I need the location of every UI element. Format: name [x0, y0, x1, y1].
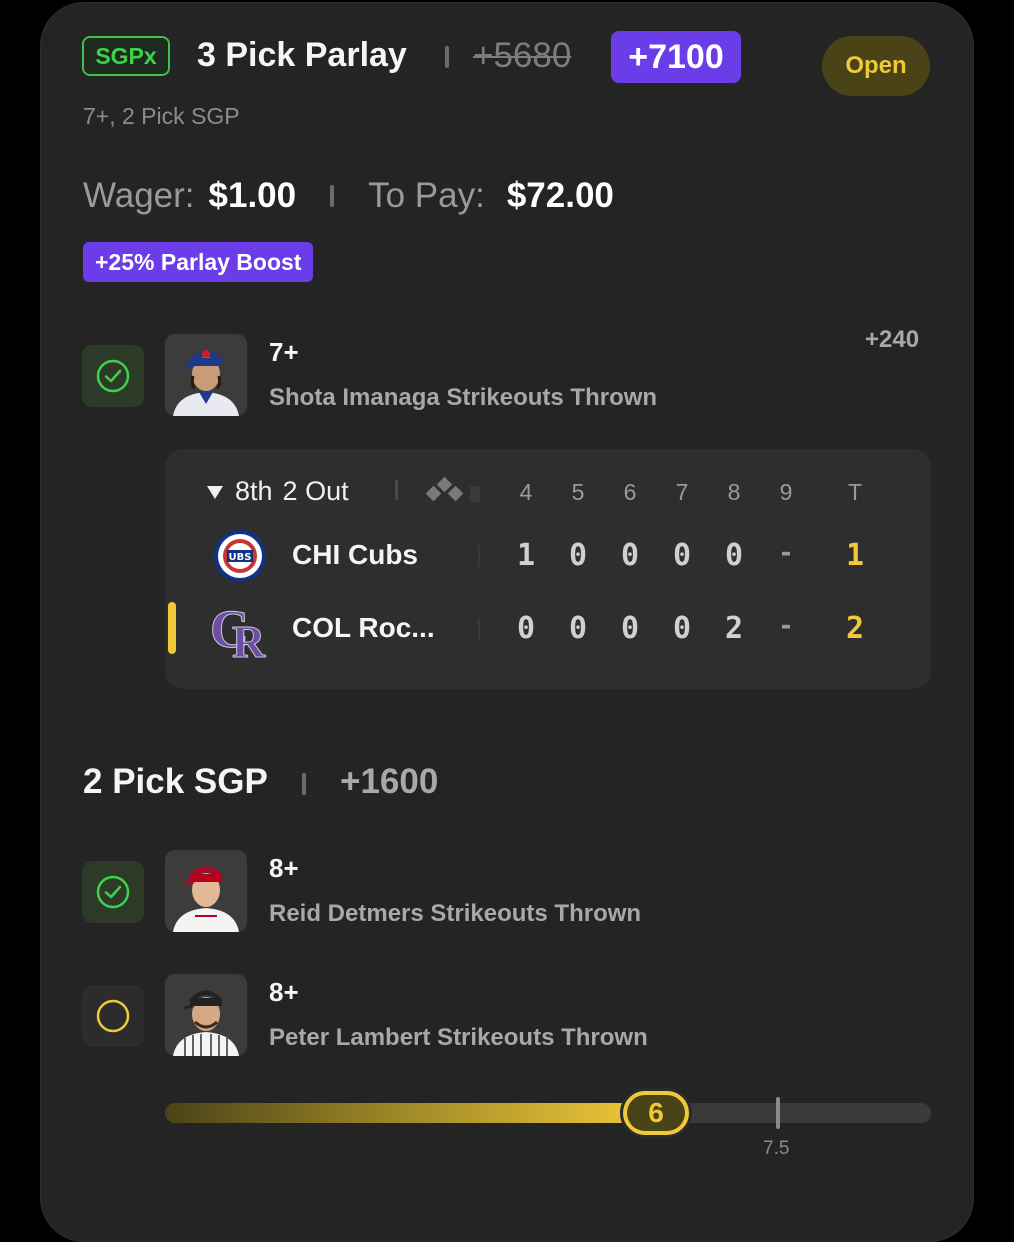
status-badge: Open: [822, 36, 930, 96]
score-cell: 0: [568, 538, 588, 573]
score-cell: -: [778, 538, 794, 568]
check-circle-icon: [96, 875, 130, 909]
sgpx-badge: SGPx: [82, 36, 170, 76]
score-cell: -: [778, 611, 794, 641]
divider: [478, 618, 480, 640]
divider: [478, 545, 480, 567]
score-cell: 0: [516, 611, 536, 646]
svg-text:R: R: [232, 616, 266, 661]
pick-line: 7+: [269, 337, 299, 367]
check-circle-icon: [96, 359, 130, 393]
progress-current: 6: [627, 1095, 685, 1131]
score-cell: 0: [620, 538, 640, 573]
target-marker: [776, 1097, 780, 1129]
inning-header: 6: [623, 479, 637, 505]
divider: [395, 480, 398, 500]
pick-status-won: [82, 345, 144, 407]
score-cell: 0: [568, 611, 588, 646]
divider: [330, 185, 335, 207]
boosted-odds: +7100: [611, 31, 741, 83]
team-name-away: CHI Cubs: [292, 539, 418, 570]
pick-status-won: [82, 861, 144, 923]
pick-odds: +240: [865, 326, 920, 353]
inning-header: 4: [519, 479, 533, 505]
score-cell: 0: [620, 611, 640, 646]
parlay-boost-badge: +25% Parlay Boost: [83, 242, 314, 282]
score-cell: 2: [724, 611, 744, 646]
score-cell: 0: [672, 611, 692, 646]
inning-header: 7: [675, 479, 689, 505]
bet-subtitle: 7+, 2 Pick SGP: [83, 103, 240, 129]
divider: [445, 46, 449, 68]
score-cell: 0: [724, 538, 744, 573]
away-total: 1: [845, 538, 865, 573]
wager-row: Wager: $1.00 To Pay: $72.00: [83, 176, 614, 216]
home-inning-scores: 0 0 0 0 2 -: [511, 611, 801, 646]
player-avatar-imanaga: [165, 334, 247, 416]
inning-header: 9: [779, 479, 793, 505]
sgp-section-title: 2 Pick SGP: [83, 762, 268, 801]
target-label: 7.5: [763, 1138, 790, 1159]
bet-title: 3 Pick Parlay: [197, 36, 407, 74]
divider: [302, 773, 306, 795]
outs-count: 2 Out: [282, 476, 349, 506]
pick-status-open: [82, 985, 144, 1047]
team-name-home: COL Roc...: [292, 612, 435, 643]
total-header: T: [847, 479, 863, 505]
score-cell: 0: [672, 538, 692, 573]
payout-value: $72.00: [506, 176, 614, 215]
pick-line: 8+: [269, 977, 299, 1007]
triangle-down-icon: [207, 485, 223, 499]
progress-value-bubble: 6: [620, 1088, 692, 1138]
svg-text:UBS: UBS: [229, 552, 252, 563]
sgp-section-odds: +1600: [340, 762, 439, 801]
pick-description: Shota Imanaga Strikeouts Thrown: [269, 384, 658, 411]
player-avatar-lambert: [165, 974, 247, 1056]
inning-header: 8: [727, 479, 741, 505]
batting-indicator: [168, 602, 176, 654]
rockies-logo: C R: [208, 595, 270, 668]
score-cell: 1: [516, 538, 536, 573]
pick-line: 8+: [269, 853, 299, 883]
payout-label: To Pay:: [368, 176, 485, 215]
inning-headers: 4 5 6 7 8 9: [511, 479, 801, 506]
home-total: 2: [845, 611, 865, 646]
inning-number: 8th: [235, 476, 273, 506]
player-avatar-detmers: [165, 850, 247, 932]
wager-value: $1.00: [208, 176, 297, 215]
original-odds: +5680: [473, 36, 572, 75]
inning-header: 5: [571, 479, 585, 505]
bases-diamond-icon: [420, 476, 482, 513]
pick-description: Peter Lambert Strikeouts Thrown: [269, 1024, 648, 1051]
empty-circle-icon: [96, 999, 130, 1033]
wager-label: Wager:: [83, 176, 195, 215]
inning-status: 8th 2 Out: [205, 476, 349, 507]
away-inning-scores: 1 0 0 0 0 -: [511, 538, 801, 573]
progress-fill: [165, 1103, 655, 1123]
cubs-logo: UBS: [213, 529, 267, 588]
pick-description: Reid Detmers Strikeouts Thrown: [269, 900, 642, 927]
